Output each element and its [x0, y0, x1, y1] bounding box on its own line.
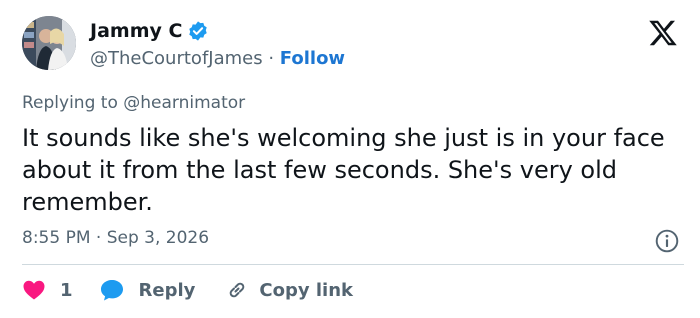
- x-logo-icon[interactable]: [648, 18, 678, 48]
- follow-button[interactable]: Follow: [280, 48, 345, 69]
- display-name[interactable]: Jammy C: [90, 20, 209, 42]
- tweet-timestamp[interactable]: 8:55 PM · Sep 3, 2026: [22, 228, 209, 248]
- display-name-text[interactable]: Jammy C: [90, 20, 182, 42]
- reply-context: Replying to @hearnimator: [22, 93, 245, 113]
- tweet-card: Jammy C @TheCourtofJames · Follow Replyi…: [0, 0, 700, 318]
- verified-badge-icon: [187, 20, 209, 42]
- tweet-time[interactable]: 8:55 PM: [22, 228, 91, 248]
- handle-separator: ·: [268, 48, 280, 69]
- info-icon[interactable]: [654, 228, 680, 254]
- author-handle[interactable]: @TheCourtofJames: [90, 48, 263, 69]
- handle-row: @TheCourtofJames · Follow: [90, 48, 345, 69]
- avatar[interactable]: [22, 16, 76, 70]
- tweet-text: It sounds like she's welcoming she just …: [22, 124, 665, 216]
- tweet-date[interactable]: Sep 3, 2026: [107, 228, 209, 248]
- timestamp-separator: ·: [95, 228, 107, 248]
- reply-context-handle[interactable]: @hearnimator: [123, 93, 245, 113]
- reply-button[interactable]: Reply: [99, 278, 196, 302]
- copy-link-label[interactable]: Copy link: [259, 280, 353, 301]
- divider: [22, 264, 684, 265]
- link-icon[interactable]: [225, 278, 249, 302]
- reply-label[interactable]: Reply: [139, 280, 196, 301]
- heart-icon[interactable]: [22, 279, 46, 301]
- like-count: 1: [60, 279, 73, 301]
- like-button[interactable]: 1: [22, 279, 73, 301]
- action-bar: 1 Reply Copy link: [22, 276, 353, 304]
- copy-link-button[interactable]: Copy link: [225, 278, 353, 302]
- chat-bubble-icon[interactable]: [99, 278, 125, 302]
- reply-context-prefix: Replying to: [22, 93, 124, 113]
